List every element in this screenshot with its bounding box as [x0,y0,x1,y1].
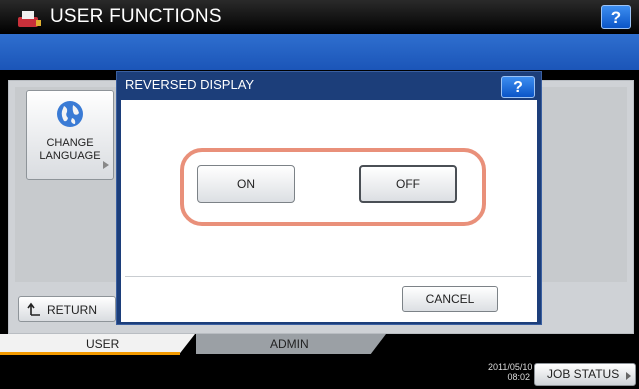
dialog-divider [125,276,531,277]
title-bar: USER FUNCTIONS ? [0,0,639,34]
tab-admin[interactable]: ADMIN [196,334,386,354]
off-button[interactable]: OFF [359,165,457,203]
job-status-button[interactable]: JOB STATUS [534,363,636,386]
tab-admin-label: ADMIN [270,337,309,351]
more-arrow-icon [626,372,631,380]
job-status-label: JOB STATUS [547,367,620,381]
globe-icon [57,101,83,127]
dialog-title: REVERSED DISPLAY [125,77,255,92]
dialog-help-button[interactable]: ? [501,76,535,98]
on-button[interactable]: ON [197,165,295,203]
change-language-label: CHANGE LANGUAGE [27,137,113,163]
return-label: RETURN [47,303,97,317]
change-language-button[interactable]: CHANGE LANGUAGE [26,90,114,180]
header-band [0,34,639,70]
tab-user[interactable]: USER [0,334,195,354]
date-time: 2011/05/10 08:02 [488,362,533,382]
time-text: 08:02 [507,372,530,382]
change-language-line1: CHANGE [46,137,94,149]
return-arrow-icon [27,302,40,316]
tab-user-label: USER [86,337,120,351]
more-arrow-icon [103,161,109,169]
change-language-line2: LANGUAGE [39,150,101,162]
help-button[interactable]: ? [601,5,631,29]
screen: USER FUNCTIONS ? CHANGE LANGUAGE RETURN … [0,0,639,389]
page-title: USER FUNCTIONS [50,6,222,27]
date-text: 2011/05/10 [488,362,533,372]
cancel-button[interactable]: CANCEL [402,286,498,312]
printer-icon [18,11,41,27]
return-button[interactable]: RETURN [18,296,116,322]
